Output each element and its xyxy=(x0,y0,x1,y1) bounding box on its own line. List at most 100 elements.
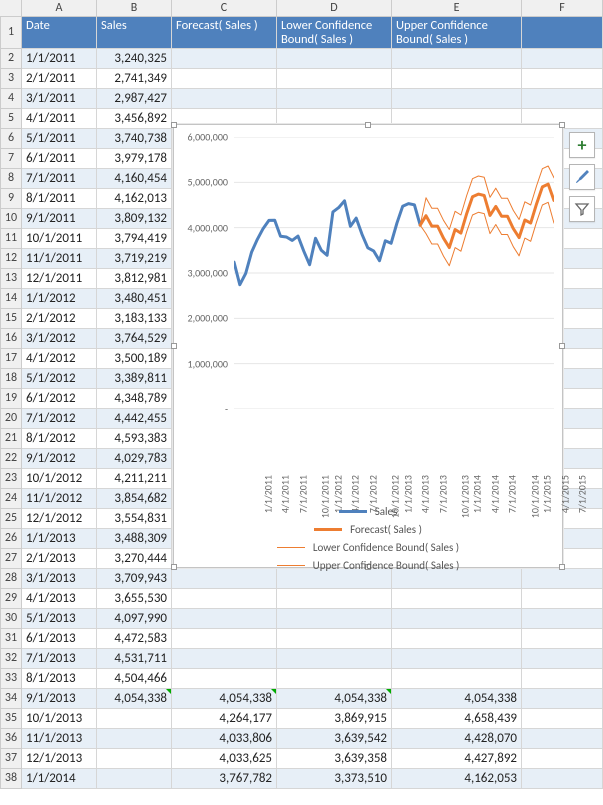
select-all-corner[interactable] xyxy=(0,0,22,17)
cell-date[interactable]: 10/1/2012 xyxy=(22,469,97,489)
cell-sales[interactable]: 2,987,427 xyxy=(97,89,172,109)
cell-sales[interactable]: 3,389,811 xyxy=(97,369,172,389)
cell-upper[interactable]: 4,658,439 xyxy=(392,709,522,729)
cell-sales[interactable]: 3,655,530 xyxy=(97,589,172,609)
cell-forecast[interactable]: 4,033,625 xyxy=(172,749,277,769)
cell-forecast[interactable] xyxy=(172,669,277,689)
cell-lower[interactable] xyxy=(277,669,392,689)
cell-date[interactable]: 3/1/2011 xyxy=(22,89,97,109)
cell-sales[interactable]: 3,812,981 xyxy=(97,269,172,289)
row-head[interactable]: 27 xyxy=(0,549,22,569)
cell-sales[interactable]: 3,709,943 xyxy=(97,569,172,589)
cell-date[interactable]: 9/1/2011 xyxy=(22,209,97,229)
cell-sales[interactable]: 3,979,178 xyxy=(97,149,172,169)
chart-object[interactable]: -1,000,0002,000,0003,000,0004,000,0005,0… xyxy=(173,124,563,568)
cell-blank[interactable] xyxy=(522,669,603,689)
cell-forecast[interactable]: 4,054,338 xyxy=(172,689,277,709)
row-head[interactable]: 14 xyxy=(0,289,22,309)
cell-forecast[interactable]: 4,264,177 xyxy=(172,709,277,729)
row-head[interactable]: 18 xyxy=(0,369,22,389)
cell-date[interactable]: 12/1/2012 xyxy=(22,509,97,529)
cell-lower[interactable]: 3,373,510 xyxy=(277,769,392,789)
row-head[interactable]: 16 xyxy=(0,329,22,349)
cell-date[interactable]: 4/1/2012 xyxy=(22,349,97,369)
cell-sales[interactable]: 3,854,682 xyxy=(97,489,172,509)
row-head[interactable]: 7 xyxy=(0,149,22,169)
row-head[interactable]: 38 xyxy=(0,769,22,789)
cell-sales[interactable]: 4,162,013 xyxy=(97,189,172,209)
row-head[interactable]: 23 xyxy=(0,469,22,489)
cell-blank[interactable] xyxy=(522,69,603,89)
cell-date[interactable]: 7/1/2012 xyxy=(22,409,97,429)
row-head[interactable]: 28 xyxy=(0,569,22,589)
cell-sales[interactable]: 3,554,831 xyxy=(97,509,172,529)
cell-upper[interactable] xyxy=(392,649,522,669)
cell-upper[interactable]: 4,427,892 xyxy=(392,749,522,769)
cell-sales[interactable] xyxy=(97,729,172,749)
header-lower[interactable]: Lower Confidence Bound( Sales ) xyxy=(277,17,392,49)
header-forecast[interactable]: Forecast( Sales ) xyxy=(172,17,277,49)
cell-forecast[interactable] xyxy=(172,629,277,649)
cell-lower[interactable] xyxy=(277,69,392,89)
cell-sales[interactable]: 4,029,783 xyxy=(97,449,172,469)
cell-upper[interactable]: 4,054,338 xyxy=(392,689,522,709)
row-head[interactable]: 2 xyxy=(0,49,22,69)
cell-sales[interactable]: 4,593,383 xyxy=(97,429,172,449)
chart-add-element-button[interactable]: + xyxy=(569,132,595,158)
cell-date[interactable]: 12/1/2013 xyxy=(22,749,97,769)
cell-sales[interactable]: 2,741,349 xyxy=(97,69,172,89)
cell-blank[interactable] xyxy=(522,769,603,789)
header-sales[interactable]: Sales xyxy=(97,17,172,49)
cell-sales[interactable]: 3,240,325 xyxy=(97,49,172,69)
row-head[interactable]: 3 xyxy=(0,69,22,89)
cell-lower[interactable] xyxy=(277,609,392,629)
cell-date[interactable]: 1/1/2012 xyxy=(22,289,97,309)
cell-forecast[interactable] xyxy=(172,49,277,69)
cell-blank[interactable] xyxy=(522,49,603,69)
chart-style-button[interactable] xyxy=(569,164,595,190)
cell-date[interactable]: 2/1/2011 xyxy=(22,69,97,89)
row-head[interactable]: 5 xyxy=(0,109,22,129)
cell-date[interactable]: 11/1/2013 xyxy=(22,729,97,749)
cell-date[interactable]: 8/1/2013 xyxy=(22,669,97,689)
cell-sales[interactable]: 3,794,419 xyxy=(97,229,172,249)
cell-lower[interactable]: 3,639,358 xyxy=(277,749,392,769)
col-D[interactable]: D xyxy=(277,0,392,17)
cell-date[interactable]: 5/1/2013 xyxy=(22,609,97,629)
row-head[interactable]: 25 xyxy=(0,509,22,529)
cell-sales[interactable]: 3,270,444 xyxy=(97,549,172,569)
cell-blank[interactable] xyxy=(522,649,603,669)
cell-lower[interactable] xyxy=(277,629,392,649)
cell-date[interactable]: 4/1/2011 xyxy=(22,109,97,129)
cell-date[interactable]: 4/1/2013 xyxy=(22,589,97,609)
cell-forecast[interactable]: 4,033,806 xyxy=(172,729,277,749)
cell-date[interactable]: 6/1/2013 xyxy=(22,629,97,649)
row-head[interactable]: 30 xyxy=(0,609,22,629)
row-head[interactable]: 6 xyxy=(0,129,22,149)
cell-upper[interactable] xyxy=(392,669,522,689)
cell-blank[interactable] xyxy=(522,709,603,729)
cell-sales[interactable]: 4,054,338 xyxy=(97,689,172,709)
cell-date[interactable]: 3/1/2012 xyxy=(22,329,97,349)
header-upper[interactable]: Upper Confidence Bound( Sales ) xyxy=(392,17,522,49)
cell-blank[interactable] xyxy=(522,89,603,109)
cell-date[interactable]: 10/1/2013 xyxy=(22,709,97,729)
row-head[interactable]: 24 xyxy=(0,489,22,509)
cell-sales[interactable]: 3,719,219 xyxy=(97,249,172,269)
cell-sales[interactable] xyxy=(97,709,172,729)
cell-sales[interactable]: 3,183,133 xyxy=(97,309,172,329)
cell-date[interactable]: 8/1/2011 xyxy=(22,189,97,209)
cell-upper[interactable] xyxy=(392,629,522,649)
cell-sales[interactable]: 4,211,211 xyxy=(97,469,172,489)
cell-date[interactable]: 7/1/2011 xyxy=(22,169,97,189)
cell-lower[interactable] xyxy=(277,89,392,109)
row-head[interactable]: 36 xyxy=(0,729,22,749)
row-head[interactable]: 21 xyxy=(0,429,22,449)
cell-sales[interactable]: 3,764,529 xyxy=(97,329,172,349)
cell-lower[interactable] xyxy=(277,49,392,69)
cell-upper[interactable] xyxy=(392,609,522,629)
cell-sales[interactable]: 4,097,990 xyxy=(97,609,172,629)
cell-blank[interactable] xyxy=(522,749,603,769)
row-head[interactable]: 11 xyxy=(0,229,22,249)
col-F[interactable]: F xyxy=(522,0,603,17)
